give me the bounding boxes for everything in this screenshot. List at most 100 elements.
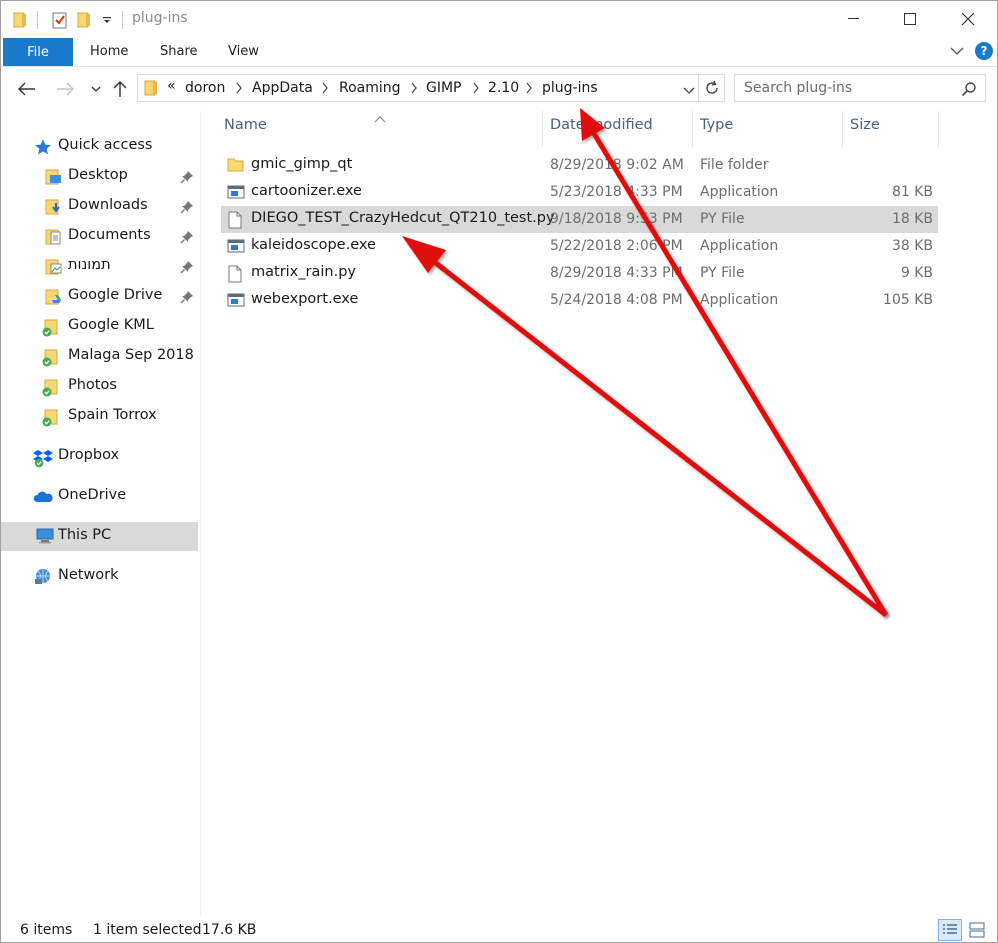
file-date: 5/23/2018 4:33 PM	[550, 184, 683, 200]
nav-item-photos[interactable]: Photos	[1, 373, 198, 401]
column-divider[interactable]	[542, 111, 543, 147]
tab-share[interactable]: Share	[160, 44, 198, 59]
file-type: Application	[700, 292, 779, 308]
file-size: 105 KB	[883, 292, 933, 308]
table-row[interactable]: gmic_gimp_qt 8/29/2018 9:02 AM File fold…	[221, 152, 938, 179]
file-date: 8/29/2018 4:33 PM	[550, 265, 683, 281]
breadcrumb-overflow[interactable]: «	[167, 78, 176, 94]
column-header-date[interactable]: Date modified	[550, 117, 653, 133]
expand-ribbon-button[interactable]	[950, 44, 964, 60]
nav-item-dropbox[interactable]: Dropbox	[1, 443, 198, 471]
properties-icon[interactable]	[51, 10, 69, 30]
table-row-selected[interactable]: DIEGO_TEST_CrazyHedcut_QT210_test.py 9/1…	[221, 206, 938, 233]
ribbon-tabs: File Home Share View ?	[1, 37, 997, 67]
nav-item-network[interactable]: Network	[1, 563, 198, 591]
nav-label: Dropbox	[58, 447, 120, 463]
table-row[interactable]: kaleidoscope.exe 5/22/2018 2:06 PM Appli…	[221, 233, 938, 260]
column-header-type[interactable]: Type	[700, 117, 733, 133]
column-header-size[interactable]: Size	[850, 117, 880, 133]
tab-home[interactable]: Home	[90, 44, 128, 59]
selection-size: 17.6 KB	[202, 922, 257, 938]
chevron-right-icon[interactable]	[410, 82, 418, 98]
search-input[interactable]: Search plug-ins	[744, 80, 852, 96]
customize-toolbar-icon[interactable]	[101, 10, 113, 30]
large-icons-view-icon	[969, 922, 985, 938]
new-folder-icon[interactable]	[77, 10, 91, 30]
chevron-right-icon[interactable]	[472, 82, 480, 98]
file-type: PY File	[700, 211, 745, 227]
nav-label: Network	[58, 567, 119, 583]
help-button[interactable]: ?	[975, 42, 993, 60]
pin-icon[interactable]	[180, 230, 194, 248]
back-button[interactable]	[16, 79, 38, 99]
nav-item-documents[interactable]: Documents	[1, 223, 198, 251]
refresh-button[interactable]	[699, 74, 725, 102]
chevron-right-icon[interactable]	[321, 82, 329, 98]
breadcrumb-plug-ins[interactable]: plug-ins	[542, 80, 598, 96]
nav-label: תמונות	[68, 257, 111, 273]
column-divider[interactable]	[938, 111, 939, 147]
recent-locations-button[interactable]	[85, 79, 107, 99]
forward-button[interactable]	[54, 79, 76, 99]
search-icon	[961, 81, 977, 101]
breadcrumb-version[interactable]: 2.10	[488, 80, 519, 96]
breadcrumb-roaming[interactable]: Roaming	[339, 80, 401, 96]
address-bar[interactable]: « doron AppData Roaming GIMP 2.10 plug-i…	[137, 74, 699, 102]
nav-item-desktop[interactable]: Desktop	[1, 163, 198, 191]
folder-icon	[227, 157, 245, 174]
minimize-icon	[848, 18, 859, 19]
nav-item-malaga[interactable]: Malaga Sep 2018	[1, 343, 198, 371]
pin-icon[interactable]	[180, 260, 194, 278]
computer-icon	[35, 528, 54, 544]
file-date: 5/22/2018 2:06 PM	[550, 238, 683, 254]
status-bar: 6 items 1 item selected 17.6 KB	[1, 916, 997, 942]
file-type: Application	[700, 184, 779, 200]
synced-folder-icon	[41, 409, 59, 427]
tab-view[interactable]: View	[228, 44, 259, 59]
nav-label: Malaga Sep 2018	[68, 347, 194, 363]
nav-quick-access[interactable]: Quick access	[1, 133, 198, 161]
nav-label: OneDrive	[58, 487, 127, 503]
maximize-button[interactable]	[887, 1, 933, 37]
column-divider[interactable]	[842, 111, 843, 147]
nav-item-google-drive[interactable]: Google Drive	[1, 283, 198, 311]
nav-item-this-pc[interactable]: This PC	[1, 522, 198, 551]
pin-icon[interactable]	[180, 170, 194, 188]
column-header-name[interactable]: Name	[224, 117, 267, 133]
breadcrumb-doron[interactable]: doron	[185, 80, 225, 96]
nav-item-onedrive[interactable]: OneDrive	[1, 483, 198, 511]
tab-file[interactable]: File	[3, 38, 73, 66]
chevron-right-icon[interactable]	[525, 82, 533, 98]
nav-item-google-kml[interactable]: Google KML	[1, 313, 198, 341]
nav-label: Google KML	[68, 317, 154, 333]
up-button[interactable]	[109, 79, 131, 99]
table-row[interactable]: cartoonizer.exe 5/23/2018 4:33 PM Applic…	[221, 179, 938, 206]
folder-icon	[144, 80, 158, 100]
arrow-left-icon	[18, 82, 35, 96]
large-icons-view-button[interactable]	[965, 919, 989, 941]
pin-icon[interactable]	[180, 200, 194, 218]
pin-icon[interactable]	[180, 290, 194, 308]
dropbox-icon	[32, 448, 53, 468]
table-row[interactable]: webexport.exe 5/24/2018 4:08 PM Applicat…	[221, 287, 938, 314]
breadcrumb-appdata[interactable]: AppData	[252, 80, 313, 96]
column-divider[interactable]	[692, 111, 693, 147]
file-list: Name Date modified Type Size gmic_gimp_q…	[201, 111, 997, 916]
nav-item-spain-torrox[interactable]: Spain Torrox	[1, 403, 198, 431]
address-dropdown-button[interactable]	[683, 83, 695, 99]
minimize-button[interactable]	[831, 1, 877, 37]
chevron-right-icon[interactable]	[235, 82, 243, 98]
breadcrumb-gimp[interactable]: GIMP	[426, 80, 462, 96]
nav-label: Desktop	[68, 167, 128, 183]
nav-item-downloads[interactable]: Downloads	[1, 193, 198, 221]
close-button[interactable]	[945, 1, 991, 37]
nav-label: Spain Torrox	[68, 407, 157, 423]
table-row[interactable]: matrix_rain.py 8/29/2018 4:33 PM PY File…	[221, 260, 938, 287]
file-size: 9 KB	[900, 265, 933, 281]
file-icon	[227, 211, 245, 229]
title-bar: plug-ins	[1, 1, 997, 37]
nav-item-pictures[interactable]: תמונות	[1, 253, 198, 281]
search-box[interactable]: Search plug-ins	[734, 74, 986, 102]
file-name: gmic_gimp_qt	[251, 156, 353, 172]
details-view-button[interactable]	[938, 919, 962, 941]
